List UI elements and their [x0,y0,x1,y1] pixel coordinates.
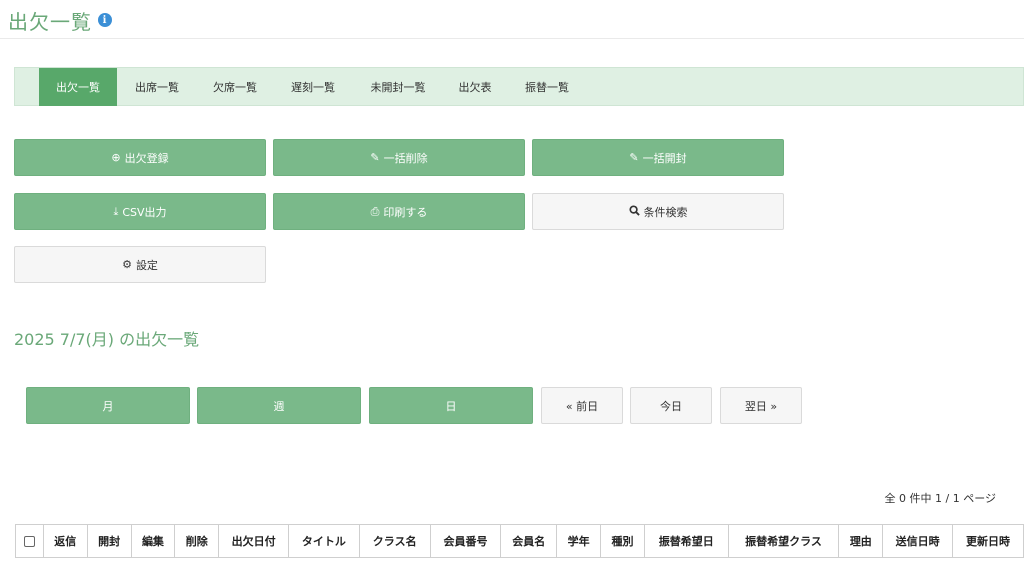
col-transfer-date[interactable]: 振替希望日 [643,524,729,558]
col-reason[interactable]: 理由 [838,524,884,558]
csv-export-label: CSV出力 [122,205,167,219]
col-grade[interactable]: 学年 [556,524,602,558]
gear-icon: ⚙ [122,258,132,271]
title-divider [0,38,1024,39]
col-attendance-date[interactable]: 出欠日付 [218,524,289,558]
col-opened[interactable]: 開封 [86,524,132,558]
plus-circle-icon: ⊕ [111,151,121,164]
col-updated-at[interactable]: 更新日時 [952,524,1024,558]
print-button[interactable]: ⎙ 印刷する [273,193,525,230]
page-title-text: 出欠一覧 [8,9,92,34]
tab-present-list[interactable]: 出席一覧 [119,68,195,106]
print-icon: ⎙ [370,205,380,218]
table-header-row: 返信 開封 編集 削除 出欠日付 タイトル クラス名 会員番号 会員名 学年 種… [15,524,1024,558]
csv-export-button[interactable]: ⤓ CSV出力 [14,193,266,230]
today-button[interactable]: 今日 [630,387,712,424]
tab-absent-list[interactable]: 欠席一覧 [197,68,273,106]
tab-late-list[interactable]: 遅刻一覧 [275,68,351,106]
col-title[interactable]: タイトル [288,524,360,558]
view-week-button[interactable]: 週 [197,387,361,424]
col-member-name[interactable]: 会員名 [500,524,558,558]
bulk-delete-button[interactable]: ✎ 一括削除 [273,139,525,176]
attendance-table: 返信 開封 編集 削除 出欠日付 タイトル クラス名 会員番号 会員名 学年 種… [15,524,1024,558]
tab-bar: 出欠一覧 出席一覧 欠席一覧 遅刻一覧 未開封一覧 出欠表 振替一覧 [14,67,1024,106]
bulk-open-button[interactable]: ✎ 一括開封 [532,139,784,176]
settings-label: 設定 [135,258,158,272]
condition-search-button[interactable]: 条件検索 [532,193,784,230]
select-all-header [15,524,44,558]
date-heading: 2025 7/7(月) の出欠一覧 [14,330,200,349]
download-icon: ⤓ [113,205,119,218]
print-label: 印刷する [383,205,428,219]
tab-attendance-list[interactable]: 出欠一覧 [39,68,117,106]
page-title: 出欠一覧 i [8,6,112,34]
tab-attendance-table[interactable]: 出欠表 [445,68,505,106]
bulk-delete-label: 一括削除 [383,151,428,165]
col-transfer-class[interactable]: 振替希望クラス [727,524,840,558]
search-icon [628,205,640,218]
col-member-number[interactable]: 会員番号 [429,524,502,558]
pencil-icon: ✎ [629,151,639,164]
next-day-button[interactable]: 翌日 » [720,387,802,424]
col-edit[interactable]: 編集 [130,524,176,558]
view-day-button[interactable]: 日 [369,387,533,424]
register-attendance-label: 出欠登録 [124,151,169,165]
register-attendance-button[interactable]: ⊕ 出欠登録 [14,139,266,176]
condition-search-label: 条件検索 [643,205,688,219]
pager-info: 全 0 件中 1 / 1 ページ [884,492,996,505]
pencil-icon: ✎ [370,151,380,164]
col-reply[interactable]: 返信 [42,524,88,558]
view-month-button[interactable]: 月 [26,387,190,424]
bulk-open-label: 一括開封 [642,151,687,165]
col-sent-at[interactable]: 送信日時 [882,524,954,558]
prev-day-button[interactable]: « 前日 [541,387,623,424]
col-type[interactable]: 種別 [600,524,645,558]
settings-button[interactable]: ⚙ 設定 [14,246,266,283]
col-class-name[interactable]: クラス名 [358,524,431,558]
select-all-checkbox[interactable] [23,536,35,547]
info-icon[interactable]: i [98,13,112,27]
tab-transfer-list[interactable]: 振替一覧 [509,68,585,106]
col-delete[interactable]: 削除 [174,524,220,558]
tab-unopened-list[interactable]: 未開封一覧 [353,68,443,106]
